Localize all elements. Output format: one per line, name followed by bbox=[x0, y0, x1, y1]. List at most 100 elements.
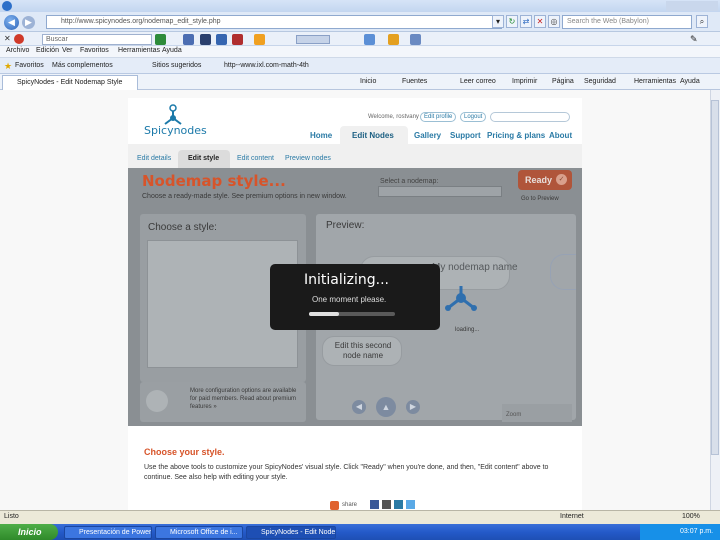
choose-style-label: Choose a style: bbox=[148, 222, 217, 233]
command-mail[interactable]: Leer correo bbox=[460, 78, 496, 85]
forward-arrow-icon[interactable]: ▶ bbox=[22, 16, 35, 29]
refresh-icon[interactable]: ↻ bbox=[506, 15, 518, 28]
command-help[interactable]: Ayuda bbox=[680, 78, 700, 85]
nav-gallery[interactable]: Gallery bbox=[414, 131, 441, 140]
select-nodemap-dropdown[interactable] bbox=[378, 186, 502, 197]
favorites-button[interactable]: Favoritos bbox=[15, 62, 44, 69]
pan-right-icon[interactable]: ▶ bbox=[406, 400, 420, 414]
address-dropdown-icon[interactable]: ▾ bbox=[492, 15, 504, 28]
task-word[interactable]: Microsoft Office de i... bbox=[155, 526, 243, 539]
choose-your-style-heading: Choose your style. bbox=[144, 447, 225, 457]
toolbar-dropdown[interactable] bbox=[296, 35, 330, 44]
toolbar-home-icon[interactable] bbox=[364, 34, 375, 45]
browser-tab[interactable]: SpicyNodes - Edit Nodemap Style bbox=[2, 75, 138, 90]
command-page[interactable]: Página bbox=[552, 78, 574, 85]
toolbar-logo-icon bbox=[14, 34, 24, 44]
task-spicynodes[interactable]: SpicyNodes - Edit Nodem... bbox=[246, 526, 336, 539]
twitter-icon[interactable] bbox=[406, 500, 415, 509]
command-tools[interactable]: Herramientas bbox=[634, 78, 676, 85]
refresh-arrows-icon[interactable]: ⇄ bbox=[520, 15, 532, 28]
edit-profile-button[interactable]: Edit profile bbox=[420, 112, 457, 122]
back-arrow-icon[interactable]: ◀ bbox=[4, 15, 19, 30]
nav-about[interactable]: About bbox=[549, 131, 572, 140]
start-button[interactable]: Inicio bbox=[0, 524, 58, 540]
nav-pricing[interactable]: Pricing & plans bbox=[487, 131, 545, 140]
page-title: Nodemap style... bbox=[142, 172, 286, 190]
browser-title-bar bbox=[0, 0, 720, 12]
select-nodemap-label: Select a nodemap: bbox=[380, 178, 439, 185]
status-zoom[interactable]: 100% bbox=[682, 513, 700, 520]
toolbar-mail-icon[interactable] bbox=[216, 34, 227, 45]
task-powerpoint[interactable]: Presentación de Power... bbox=[64, 526, 152, 539]
partial-node[interactable] bbox=[550, 254, 576, 290]
toolbar-star-icon[interactable] bbox=[254, 34, 265, 45]
subtab-edit-details[interactable]: Edit details bbox=[137, 155, 171, 162]
toolbar-translate-icon[interactable] bbox=[200, 34, 211, 45]
toolbar-wrench-icon[interactable]: ✎ bbox=[690, 34, 698, 45]
progress-fill bbox=[309, 312, 340, 316]
menu-file[interactable]: Archivo bbox=[6, 47, 29, 54]
logout-button[interactable]: Logout bbox=[460, 112, 487, 122]
delicious-icon[interactable] bbox=[394, 500, 403, 509]
scrollbar-thumb[interactable] bbox=[711, 100, 719, 455]
window-controls[interactable] bbox=[666, 1, 718, 11]
welcome-text: Welcome, rostvany bbox=[368, 114, 419, 120]
site-logo-text[interactable]: Spicynodes bbox=[144, 124, 207, 137]
stop-icon[interactable]: ✕ bbox=[534, 15, 546, 28]
share-icon[interactable] bbox=[330, 501, 339, 510]
command-home[interactable]: Inicio bbox=[360, 78, 376, 85]
premium-note: More configuration options are available… bbox=[190, 388, 297, 410]
status-zone: Internet bbox=[560, 513, 584, 520]
status-text: Listo bbox=[4, 513, 19, 520]
ie-logo-icon bbox=[2, 1, 12, 11]
loading-text: loading... bbox=[455, 327, 480, 333]
status-bar bbox=[0, 510, 720, 524]
command-safety[interactable]: Seguridad bbox=[584, 78, 616, 85]
share-label[interactable]: share bbox=[342, 502, 357, 508]
help-text: Use the above tools to customize your Sp… bbox=[144, 464, 549, 481]
search-input[interactable]: Search the Web (Babylon) bbox=[562, 15, 692, 29]
subtab-edit-content[interactable]: Edit content bbox=[237, 155, 274, 162]
progress-track bbox=[309, 312, 395, 316]
search-provider-icon[interactable]: ◎ bbox=[548, 15, 560, 28]
toolbar-print-icon[interactable] bbox=[410, 34, 421, 45]
address-input[interactable]: http://www.spicynodes.org/nodemap_edit_s… bbox=[46, 15, 502, 29]
menu-favorites[interactable]: Favoritos bbox=[80, 47, 109, 54]
dialog-title: Initializing... bbox=[304, 272, 389, 288]
root-node-label: My nodemap name bbox=[432, 262, 518, 273]
toolbar-video-icon[interactable] bbox=[232, 34, 243, 45]
subtab-edit-style[interactable]: Edit style bbox=[188, 155, 219, 162]
home-node-icon[interactable]: ▲ bbox=[376, 397, 396, 417]
favorites-link-addons[interactable]: Más complementos bbox=[52, 62, 113, 69]
toolbar-go-icon[interactable] bbox=[155, 34, 166, 45]
site-search-input[interactable] bbox=[490, 112, 570, 122]
favorites-link-ixl[interactable]: http--www.ixl.com-math-4th bbox=[224, 62, 309, 69]
favorites-link-suggested[interactable]: Sitios sugeridos bbox=[152, 62, 201, 69]
toolbar-search-input[interactable]: Buscar bbox=[42, 34, 152, 45]
search-icon[interactable]: ⌕ bbox=[696, 15, 708, 28]
command-feeds[interactable]: Fuentes bbox=[402, 78, 427, 85]
pan-left-icon[interactable]: ◀ bbox=[352, 400, 366, 414]
toolbar-bookmark-icon[interactable] bbox=[183, 34, 194, 45]
facebook-icon[interactable] bbox=[370, 500, 379, 509]
myspace-icon[interactable] bbox=[382, 500, 391, 509]
favorites-star-icon[interactable]: ★ bbox=[4, 61, 12, 72]
menu-view[interactable]: Ver bbox=[62, 47, 73, 54]
nav-home[interactable]: Home bbox=[310, 131, 332, 140]
goto-preview-link[interactable]: Go to Preview bbox=[521, 196, 559, 202]
preview-label: Preview: bbox=[326, 220, 365, 231]
zoom-label: Zoom bbox=[506, 412, 522, 418]
toolbar-feed-icon[interactable] bbox=[388, 34, 399, 45]
dialog-message: One moment please. bbox=[312, 295, 387, 304]
menu-edit[interactable]: Edición bbox=[36, 47, 59, 54]
checkmark-icon: ✓ bbox=[556, 174, 567, 185]
subtab-preview-nodes[interactable]: Preview nodes bbox=[285, 155, 331, 162]
nav-edit-nodes[interactable]: Edit Nodes bbox=[352, 131, 394, 140]
page-subheading: Choose a ready-made style. See premium o… bbox=[142, 193, 347, 200]
nav-support[interactable]: Support bbox=[450, 131, 481, 140]
menu-tools[interactable]: Herramientas bbox=[118, 47, 160, 54]
close-toolbar-icon[interactable]: ✕ bbox=[4, 34, 11, 43]
spicynodes-spinner-icon bbox=[445, 286, 477, 311]
command-print[interactable]: Imprimir bbox=[512, 78, 537, 85]
menu-help[interactable]: Ayuda bbox=[162, 47, 182, 54]
